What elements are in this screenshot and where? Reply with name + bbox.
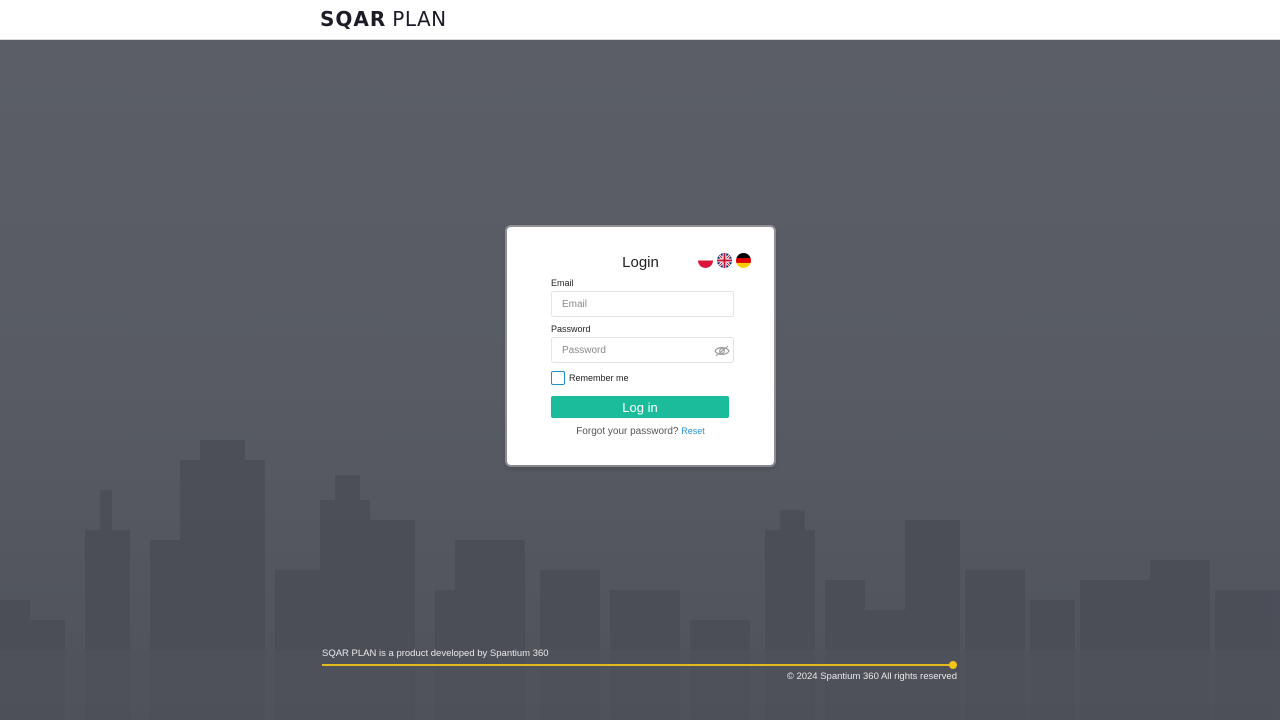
top-bar: SQAR PLAN bbox=[0, 0, 1280, 40]
city-skyline-image bbox=[0, 440, 1280, 720]
copyright-text: © 2024 Spantium 360 All rights reserved bbox=[786, 671, 957, 682]
password-label: Password bbox=[551, 324, 591, 334]
forgot-password-text: Forgot your password? bbox=[576, 426, 679, 437]
footer-divider-dot bbox=[949, 661, 957, 669]
flag-poland-icon[interactable] bbox=[698, 253, 713, 268]
flag-germany-icon[interactable] bbox=[736, 253, 751, 268]
product-credit: SQAR PLAN is a product developed by Span… bbox=[322, 648, 549, 659]
footer-divider bbox=[322, 664, 954, 666]
email-label: Email bbox=[551, 278, 574, 288]
remember-me-checkbox[interactable] bbox=[551, 371, 565, 385]
logo-light-text: PLAN bbox=[392, 7, 447, 31]
email-input[interactable] bbox=[551, 291, 734, 317]
reset-password-link[interactable]: Reset bbox=[681, 426, 705, 436]
flag-uk-icon[interactable] bbox=[717, 253, 732, 268]
remember-me-label[interactable]: Remember me bbox=[569, 373, 629, 383]
show-password-icon[interactable] bbox=[714, 345, 730, 357]
app-logo[interactable]: SQAR PLAN bbox=[320, 7, 447, 31]
login-card: Login Email Password Remember me Log bbox=[507, 227, 774, 465]
logo-bold-text: SQAR bbox=[320, 7, 387, 31]
login-button[interactable]: Log in bbox=[551, 396, 729, 418]
password-input[interactable] bbox=[551, 337, 734, 363]
language-selector bbox=[698, 253, 751, 268]
forgot-password-row: Forgot your password? Reset bbox=[507, 426, 774, 437]
